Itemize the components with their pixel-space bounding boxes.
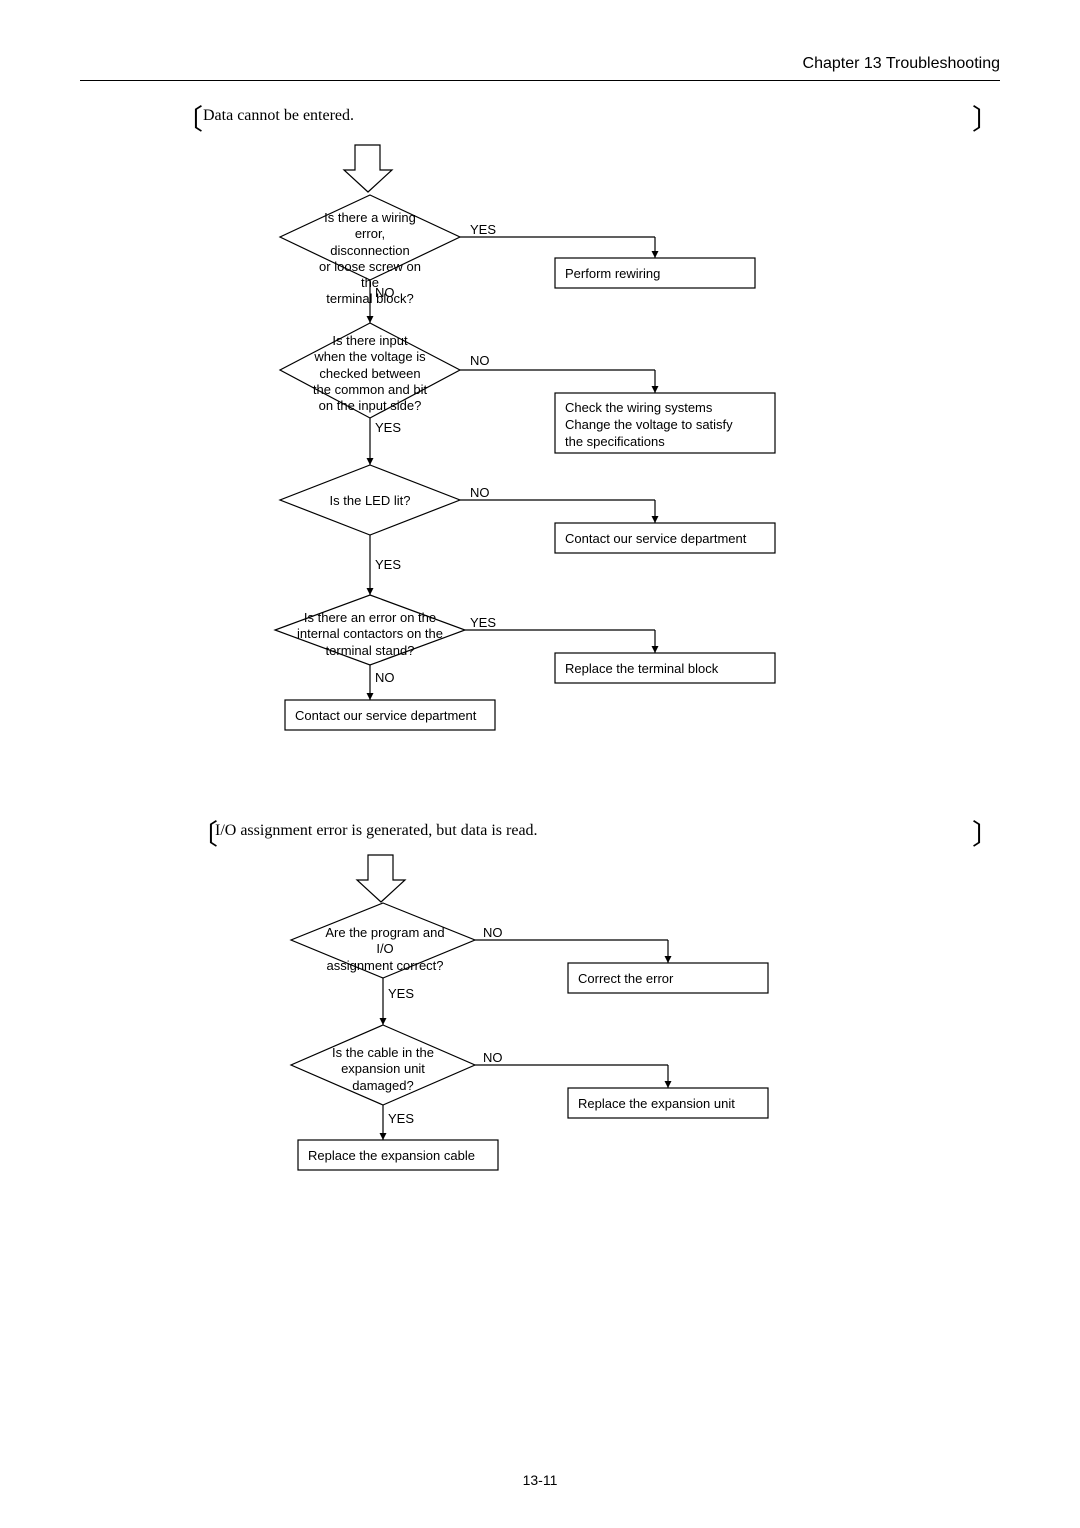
d4-text: Is there an error on the internal contac… [295,610,445,659]
d3-text: Is the LED lit? [320,493,420,509]
flowchart2-svg [0,840,1080,1290]
s2-d1-action: Correct the error [578,971,673,987]
s2-d1-yes: YES [388,986,414,1002]
d3-no: NO [470,485,490,501]
page-number: 13-11 [0,1472,1080,1488]
s2-d2-text: Is the cable in the expansion unit damag… [323,1045,443,1094]
s2-d2-yes: YES [388,1111,414,1127]
d2-action: Check the wiring systems Change the volt… [565,400,733,451]
d2-yes: YES [375,420,401,436]
d4-action: Replace the terminal block [565,661,718,677]
s2-d2-action: Replace the expansion unit [578,1096,735,1112]
d2-text: Is there input when the voltage is check… [310,333,430,414]
s2-d1-text: Are the program and I/O assignment corre… [315,925,455,974]
d4-yes: YES [470,615,496,631]
s2-d1-no: NO [483,925,503,941]
d4-final: Contact our service department [295,708,476,724]
page: Chapter 13 Troubleshooting 〔 Data cannot… [0,0,1080,1528]
d1-no: NO [375,285,395,301]
flowchart1-svg [0,0,1080,740]
d3-yes: YES [375,557,401,573]
s2-d2-no: NO [483,1050,503,1066]
section2-title: I/O assignment error is generated, but d… [215,822,538,840]
d4-no: NO [375,670,395,686]
d1-yes: YES [470,222,496,238]
d1-action: Perform rewiring [565,266,660,282]
d2-no: NO [470,353,490,369]
d3-action: Contact our service department [565,531,746,547]
d1-text: Is there a wiring error, disconnection o… [315,210,425,308]
s2-d2-final: Replace the expansion cable [308,1148,475,1164]
